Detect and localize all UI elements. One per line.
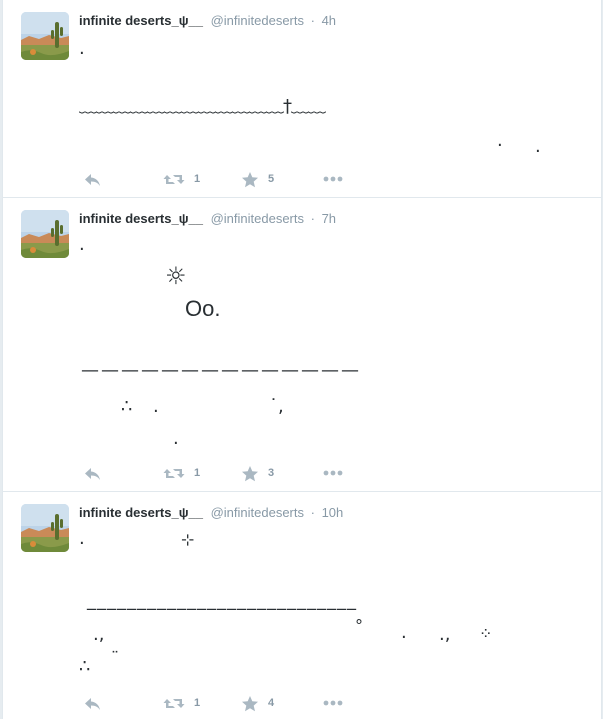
more-icon: [323, 700, 343, 706]
tweet-text-line: ∴: [79, 656, 91, 677]
retweet-count: 1: [194, 467, 201, 479]
tweet-actions: 1 3: [79, 464, 379, 482]
user-handle[interactable]: @infinitedeserts: [211, 505, 304, 520]
timeline: infinite deserts_ψ__ @infinitedeserts · …: [2, 0, 602, 719]
favorite-button[interactable]: 3: [241, 464, 274, 482]
user-name[interactable]: infinite deserts_ψ__: [79, 211, 203, 226]
tweet-text-line: ⁘: [479, 624, 493, 643]
user-name[interactable]: infinite deserts_ψ__: [79, 13, 203, 28]
retweet-icon: [163, 174, 185, 184]
reply-button[interactable]: [83, 170, 101, 188]
tweet-actions: 1 5: [79, 170, 379, 188]
timestamp[interactable]: 10h: [322, 505, 344, 520]
more-button[interactable]: [323, 170, 343, 188]
more-button[interactable]: [323, 694, 343, 712]
favorite-button[interactable]: 4: [241, 694, 274, 712]
tweet-text-line: .,: [439, 624, 451, 645]
retweet-icon: [163, 468, 185, 478]
timestamp[interactable]: 4h: [322, 13, 336, 28]
tweet-item[interactable]: infinite deserts_ψ__ @infinitedeserts · …: [3, 198, 601, 492]
tweet-text-line: .: [401, 622, 407, 643]
retweet-icon: [163, 698, 185, 708]
reply-icon: [85, 173, 100, 186]
reply-button[interactable]: [83, 464, 101, 482]
favorite-button[interactable]: 5: [241, 170, 274, 188]
tweet-text-line: .,: [93, 624, 105, 645]
reply-icon: [85, 697, 100, 710]
favorite-count: 5: [268, 173, 275, 185]
star-icon: [242, 695, 258, 711]
tweet-text-line: °: [355, 616, 363, 635]
reply-button[interactable]: [83, 694, 101, 712]
user-name[interactable]: infinite deserts_ψ__: [79, 505, 203, 520]
reply-icon: [85, 467, 100, 480]
tweet-text-line: ˙,: [269, 396, 284, 417]
tweet-text-line: ☼: [165, 262, 187, 290]
retweet-button[interactable]: 1: [163, 694, 200, 712]
tweet-text-line: .: [79, 528, 85, 549]
tweet-header: infinite deserts_ψ__ @infinitedeserts · …: [79, 504, 343, 522]
separator-dot: ·: [310, 13, 315, 28]
separator-dot: ·: [310, 211, 315, 226]
tweet-header: infinite deserts_ψ__ @infinitedeserts · …: [79, 210, 336, 228]
tweet-text-line: .: [153, 396, 159, 417]
avatar[interactable]: [21, 12, 69, 60]
retweet-count: 1: [194, 697, 201, 709]
user-handle[interactable]: @infinitedeserts: [211, 13, 304, 28]
retweet-button[interactable]: 1: [163, 170, 200, 188]
tweet-text-line: .: [173, 428, 179, 449]
tweet-text-line: ﹏﹏﹏﹏﹏﹏﹏﹏﹏﹏﹏﹏†﹏﹏: [79, 96, 326, 117]
tweet-text-line: ∴: [121, 396, 133, 417]
tweet-text-line: .: [79, 234, 85, 255]
tweet-text-line: .: [497, 130, 503, 151]
retweet-count: 1: [194, 173, 201, 185]
more-icon: [323, 470, 343, 476]
more-icon: [323, 176, 343, 182]
tweet-text-line: .: [79, 38, 85, 59]
tweet-text-line: ___________________________: [87, 590, 357, 611]
tweet-text-line: ——————————————: [81, 360, 361, 381]
favorite-count: 4: [268, 697, 275, 709]
star-icon: [242, 465, 258, 481]
tweet-item[interactable]: infinite deserts_ψ__ @infinitedeserts · …: [3, 0, 601, 198]
star-icon: [242, 171, 258, 187]
user-handle[interactable]: @infinitedeserts: [211, 211, 304, 226]
tweet-text-line: ¨: [111, 648, 119, 667]
timestamp[interactable]: 7h: [322, 211, 336, 226]
tweet-text-line: .: [535, 136, 541, 157]
tweet-header: infinite deserts_ψ__ @infinitedeserts · …: [79, 12, 336, 30]
avatar[interactable]: [21, 210, 69, 258]
separator-dot: ·: [310, 505, 315, 520]
avatar[interactable]: [21, 504, 69, 552]
retweet-button[interactable]: 1: [163, 464, 200, 482]
tweet-text-line: ⊹: [181, 530, 195, 549]
tweet-text-line: Oo.: [185, 296, 221, 321]
tweet-actions: 1 4: [79, 694, 379, 712]
favorite-count: 3: [268, 467, 275, 479]
more-button[interactable]: [323, 464, 343, 482]
tweet-item[interactable]: infinite deserts_ψ__ @infinitedeserts · …: [3, 492, 601, 719]
